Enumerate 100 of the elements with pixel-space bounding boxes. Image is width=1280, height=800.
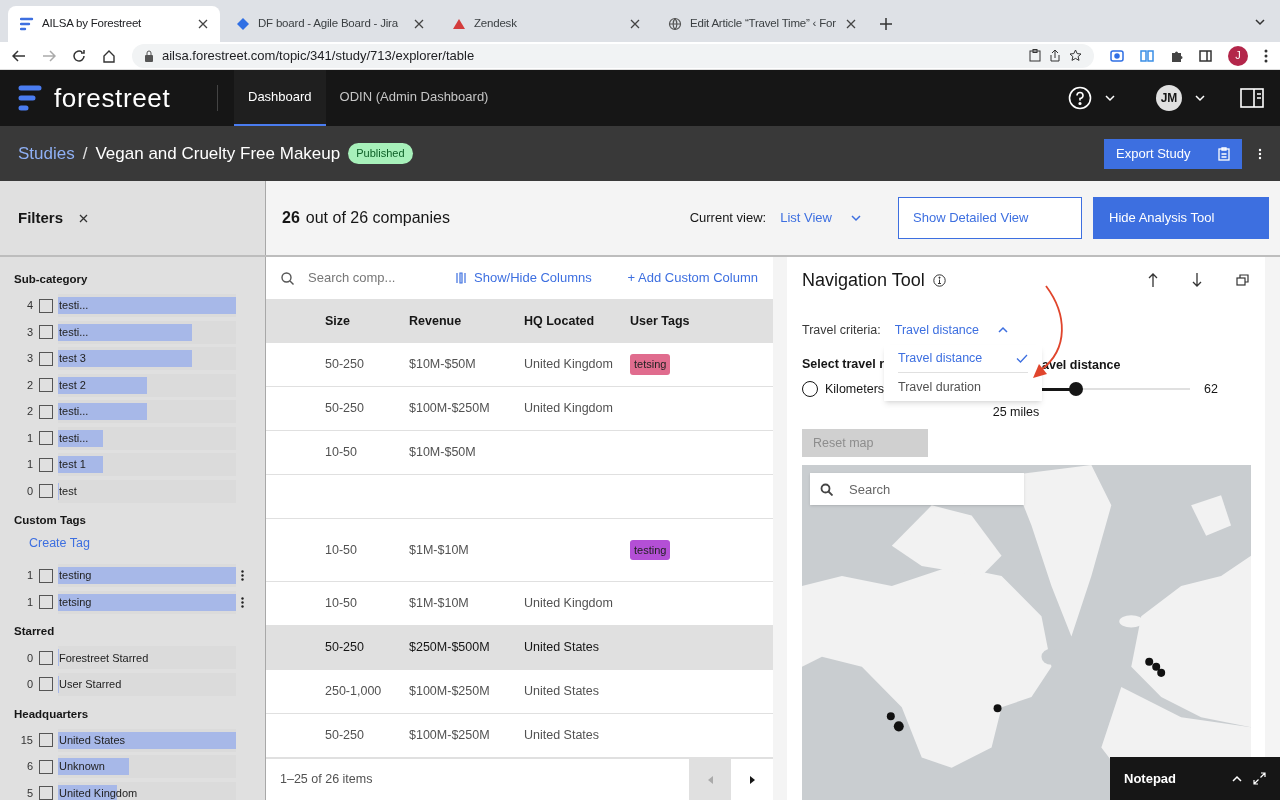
clipboard-icon[interactable] <box>1029 49 1041 62</box>
user-avatar[interactable]: JM <box>1156 85 1182 111</box>
view-label: Current view: <box>689 209 767 228</box>
more-icon[interactable] <box>1264 48 1268 63</box>
filter-checkbox[interactable] <box>39 568 53 583</box>
columns-icon[interactable] <box>456 272 466 284</box>
arrow-down-icon[interactable] <box>1192 273 1202 287</box>
filter-label[interactable]: testi... <box>58 297 89 314</box>
filter-checkbox[interactable] <box>39 325 53 339</box>
overflow-menu-icon[interactable] <box>241 596 244 608</box>
filter-checkbox[interactable] <box>39 351 53 366</box>
close-icon[interactable] <box>846 19 856 29</box>
filter-checkbox[interactable] <box>39 484 53 498</box>
nav-link[interactable]: Dashboard <box>234 70 326 126</box>
caret-icon <box>850 212 862 224</box>
map-search-field[interactable]: Search <box>810 473 1024 505</box>
filter-label[interactable]: testing <box>58 567 92 584</box>
tab-title: DF board - Agile Board - Jira <box>258 17 398 30</box>
filter-checkbox[interactable] <box>39 733 53 747</box>
filter-checkbox[interactable] <box>39 650 53 665</box>
filter-label[interactable]: United States <box>58 731 126 749</box>
filter-checkbox[interactable] <box>39 677 53 692</box>
menu-option[interactable]: Travel duration <box>898 373 1028 401</box>
close-icon[interactable] <box>414 19 424 29</box>
filter-checkbox[interactable] <box>39 786 53 800</box>
export-study-button[interactable]: Export Study <box>1104 138 1242 169</box>
table-cell: United Kingdom <box>524 356 613 373</box>
table-row[interactable]: 50-250 $250M-$500M United States <box>266 626 773 670</box>
info-icon[interactable] <box>932 273 946 287</box>
filter-label[interactable]: test 2 <box>58 376 86 394</box>
back-icon[interactable] <box>12 48 26 63</box>
filter-checkbox[interactable] <box>39 595 53 609</box>
slider-thumb[interactable] <box>1069 382 1083 396</box>
create-tag-link[interactable]: Create Tag <box>29 533 265 553</box>
puzzle-icon[interactable] <box>1170 49 1183 62</box>
filter-checkbox[interactable] <box>39 378 53 392</box>
show-hide-columns-link[interactable]: Show/Hide Columns <box>474 268 592 288</box>
filter-label[interactable]: tetsing <box>58 593 92 611</box>
filter-label[interactable]: test 1 <box>58 456 86 473</box>
extension-icon[interactable] <box>1110 49 1124 62</box>
expand-icon[interactable] <box>1253 772 1266 785</box>
more-icon[interactable] <box>1258 147 1262 160</box>
filter-label[interactable]: testi... <box>58 403 89 420</box>
filter-label[interactable]: testi... <box>58 323 89 341</box>
profile-avatar[interactable]: J <box>1228 45 1248 66</box>
breadcrumb-link[interactable]: Studies <box>18 140 75 167</box>
close-icon[interactable] <box>198 19 208 29</box>
new-tab-icon[interactable] <box>880 18 892 30</box>
filter-label[interactable]: Unknown <box>58 758 105 775</box>
address-field[interactable]: ailsa.forestreet.com/topic/341/study/713/explorer/table <box>132 43 1094 68</box>
filter-checkbox[interactable] <box>39 431 53 445</box>
filter-label[interactable]: United Kingdom <box>58 784 138 800</box>
triangle-icon <box>452 17 466 31</box>
filter-checkbox[interactable] <box>39 759 53 774</box>
browser-tab[interactable]: Edit Article “Travel Time” ‹ For <box>656 6 868 42</box>
panel-icon[interactable] <box>1240 88 1264 108</box>
filter-label[interactable]: testi... <box>58 429 89 447</box>
menu-option[interactable]: Travel distance <box>898 345 1028 373</box>
notepad-bar[interactable]: Notepad <box>1110 757 1280 800</box>
browser-tab[interactable]: DF board - Agile Board - Jira <box>224 6 436 42</box>
close-icon[interactable] <box>630 19 640 29</box>
view-dropdown[interactable]: List View <box>780 208 862 228</box>
diamond-icon <box>236 17 250 31</box>
tab-title: Edit Article “Travel Time” ‹ For <box>690 17 836 30</box>
reload-icon[interactable] <box>72 48 86 63</box>
sidebar-icon[interactable] <box>1199 49 1212 62</box>
column-header[interactable]: Revenue <box>409 311 524 331</box>
filter-checkbox[interactable] <box>39 457 53 472</box>
share-icon[interactable] <box>1049 49 1061 62</box>
criteria-dropdown[interactable]: Travel distance <box>894 320 1009 340</box>
column-header[interactable]: User Tags <box>630 311 750 331</box>
browser-tab[interactable]: AILSA by Forestreet <box>8 6 220 42</box>
browser-tab[interactable]: Zendesk <box>440 6 652 42</box>
filter-group-title: Custom Tags <box>14 513 87 529</box>
logo-text: forestreet <box>54 81 171 115</box>
filter-label[interactable]: test 3 <box>58 350 86 367</box>
table-cell-text: 50-250 <box>325 356 365 373</box>
column-header[interactable]: Size <box>325 311 409 331</box>
filter-checkbox[interactable] <box>39 298 53 313</box>
hide-analysis-tool-button[interactable]: Hide Analysis Tool <box>1093 197 1269 239</box>
popout-icon[interactable] <box>1236 274 1249 286</box>
search-field[interactable]: Search comp... <box>308 268 448 288</box>
star-icon[interactable] <box>1069 49 1082 62</box>
arrow-up-icon[interactable] <box>1148 273 1158 287</box>
show-detailed-view-button[interactable]: Show Detailed View <box>898 197 1082 239</box>
column-header[interactable]: HQ Located <box>524 314 630 328</box>
add-custom-column-link[interactable]: + Add Custom Column <box>627 268 758 288</box>
filter-label[interactable]: test <box>58 482 77 500</box>
book-icon[interactable] <box>1140 49 1154 62</box>
filter-checkbox[interactable] <box>39 404 53 419</box>
overflow-menu-icon[interactable] <box>241 570 244 581</box>
help-icon[interactable] <box>1068 86 1092 110</box>
close-icon[interactable] <box>79 213 88 223</box>
filter-label[interactable]: Forestreet Starred <box>58 649 149 666</box>
filter-count: 0 <box>25 677 33 692</box>
home-icon[interactable] <box>102 48 116 63</box>
table-cell-text: 10-50 <box>325 595 358 612</box>
filter-label[interactable]: User Starred <box>58 676 122 693</box>
nav-link[interactable]: ODIN (Admin Dashboard) <box>325 70 503 126</box>
filter-count: 4 <box>25 298 33 314</box>
